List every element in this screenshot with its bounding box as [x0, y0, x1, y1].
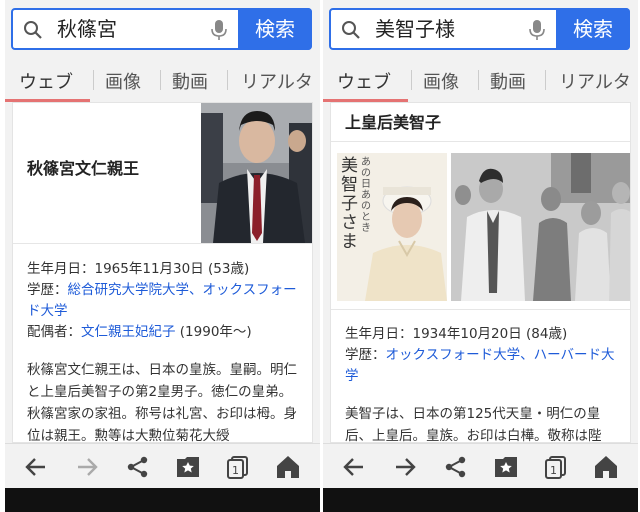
education: 学歴：総合研究大学院大学、オックスフォード大学: [27, 280, 307, 322]
spouse: 配偶者：文仁親王妃紀子 (1990年〜): [27, 322, 307, 343]
forward-icon[interactable]: [74, 454, 100, 480]
svg-text:1: 1: [550, 464, 557, 477]
historic-photo[interactable]: [451, 153, 630, 301]
search-bar: 美智子様 検索: [329, 8, 630, 50]
svg-text:1: 1: [232, 464, 239, 477]
tab-divider: [545, 70, 546, 90]
tab-images[interactable]: 画像: [423, 68, 459, 94]
back-icon[interactable]: [23, 454, 49, 480]
bookmark-icon[interactable]: [493, 454, 519, 480]
system-navigation-bar: [323, 488, 638, 512]
book-subtitle: あの日 あのとき: [361, 157, 371, 234]
search-icon: [342, 21, 360, 39]
tab-divider: [93, 70, 94, 90]
education-label: 学歴：: [345, 347, 386, 363]
tab-web[interactable]: ウェブ: [19, 68, 73, 94]
divider: [13, 243, 312, 244]
home-icon[interactable]: [275, 454, 301, 480]
mic-icon[interactable]: [529, 19, 545, 41]
tab-divider: [227, 70, 228, 90]
book-title: 美智子さま: [341, 156, 358, 252]
search-input[interactable]: 美智子様: [375, 16, 455, 42]
tabs-icon[interactable]: 1: [543, 454, 569, 480]
bookmark-icon[interactable]: [175, 454, 201, 480]
education-link[interactable]: オックスフォード大学、ハーバード大学: [345, 347, 614, 384]
share-icon[interactable]: [443, 454, 469, 480]
entity-title[interactable]: 上皇后美智子: [345, 109, 441, 133]
entity-description: 秋篠宮文仁親王は、日本の皇族。皇嗣。明仁と上皇后美智子の第2皇男子。徳仁の皇弟。…: [27, 362, 297, 443]
entity-photo[interactable]: [201, 103, 312, 243]
bottom-toolbar: 1: [323, 443, 638, 488]
tab-divider: [160, 70, 161, 90]
tabs-icon[interactable]: 1: [225, 454, 251, 480]
education: 学歴：オックスフォード大学、ハーバード大学: [345, 345, 625, 387]
share-icon[interactable]: [125, 454, 151, 480]
bottom-toolbar: 1: [5, 443, 320, 488]
tab-divider: [478, 70, 479, 90]
tab-videos[interactable]: 動画: [490, 68, 526, 94]
forward-icon[interactable]: [392, 454, 418, 480]
spouse-label: 配偶者：: [27, 324, 81, 340]
search-input[interactable]: 秋篠宮: [57, 16, 117, 42]
right-screen: 美智子様 検索 ウェブ 画像 動画 リアルタ 上皇后美智子 美智子さま あの日 …: [323, 0, 638, 512]
search-bar: 秋篠宮 検索: [11, 8, 312, 50]
crowd-photo-image: [451, 153, 630, 301]
portrait-image: [201, 103, 312, 243]
back-icon[interactable]: [341, 454, 367, 480]
system-navigation-bar: [5, 488, 320, 512]
knowledge-card: 上皇后美智子 美智子さま あの日 あのとき 生年月日：1934年10月20日 (…: [330, 102, 631, 443]
entity-description: 美智子は、日本の第125代天皇・明仁の皇后、上皇后。皇族。お印は白樺。敬称は陛: [345, 406, 602, 443]
knowledge-card: 秋篠宮文仁親王 生年月日：1965年11月30日 (53歳) 学歴：総合研究大学…: [12, 102, 313, 443]
birth-date: 生年月日：1934年10月20日 (84歳): [345, 326, 568, 342]
tab-realtime[interactable]: リアルタ: [241, 68, 313, 94]
search-tabs: ウェブ 画像 動画 リアルタ: [323, 58, 638, 102]
spouse-years: (1990年〜): [175, 324, 252, 340]
education-link[interactable]: 総合研究大学院大学、オックスフォード大学: [27, 282, 297, 319]
book-cover-image[interactable]: 美智子さま あの日 あのとき: [337, 153, 447, 301]
entity-title[interactable]: 秋篠宮文仁親王: [27, 155, 139, 179]
left-screen: 秋篠宮 検索 ウェブ 画像 動画 リアルタ 秋篠宮文仁親王 生年月日：1965年…: [5, 0, 320, 512]
tab-web[interactable]: ウェブ: [337, 68, 391, 94]
tab-images[interactable]: 画像: [105, 68, 141, 94]
divider: [331, 309, 630, 310]
search-tabs: ウェブ 画像 動画 リアルタ: [5, 58, 320, 102]
search-button[interactable]: 検索: [238, 8, 312, 50]
search-button[interactable]: 検索: [556, 8, 630, 50]
divider: [331, 141, 630, 142]
mic-icon[interactable]: [211, 19, 227, 41]
tab-realtime[interactable]: リアルタ: [559, 68, 631, 94]
birth-date: 生年月日：1965年11月30日 (53歳): [27, 261, 250, 277]
tab-videos[interactable]: 動画: [172, 68, 208, 94]
home-icon[interactable]: [593, 454, 619, 480]
search-icon: [24, 21, 42, 39]
education-label: 学歴：: [27, 282, 68, 298]
spouse-link[interactable]: 文仁親王妃紀子: [81, 324, 176, 340]
tab-divider: [411, 70, 412, 90]
